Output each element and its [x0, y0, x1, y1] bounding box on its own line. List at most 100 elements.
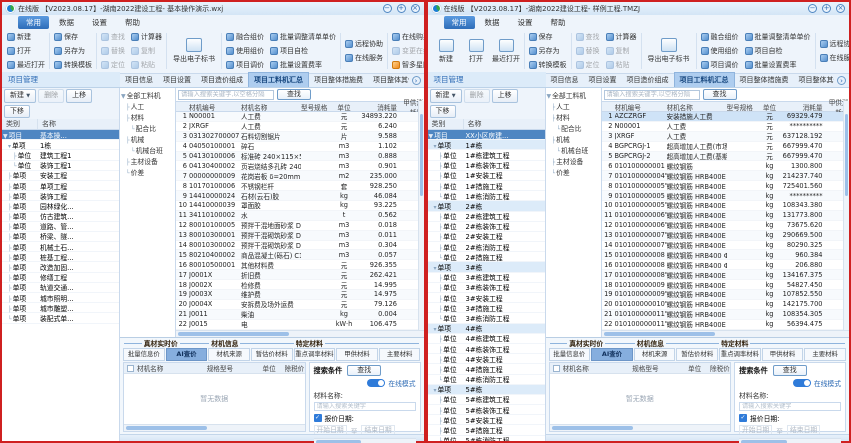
category-tree-item[interactable]: └配合比	[546, 122, 601, 133]
project-tree-row[interactable]: ├单位 5#栋建筑工程	[428, 395, 545, 405]
toolbar-button[interactable]: 复制	[606, 45, 637, 58]
toolbar-button[interactable]: 打开	[7, 45, 45, 58]
project-manage-pane-tab[interactable]: 项目管理	[428, 72, 546, 87]
toolbar-button[interactable]: 使用组价	[701, 45, 739, 58]
menu-item[interactable]: 常用	[444, 16, 475, 29]
project-tree-row[interactable]: ├单位 3#措施工程	[428, 303, 545, 313]
category-tree-item[interactable]: └机械台班	[120, 144, 175, 155]
project-tree-row[interactable]: └单位 3#栋消防工程	[428, 313, 545, 323]
project-tree-row[interactable]: ▾单项 2#栋	[428, 201, 545, 211]
project-tree-row[interactable]: ├单项 仿古建筑...	[2, 212, 119, 222]
toolbar-button[interactable]: 复制	[131, 45, 162, 58]
project-tree-row[interactable]: └单位 5#栋消防工程	[428, 436, 545, 441]
project-tree-row[interactable]: ├单位 1#栋建筑工程	[428, 150, 545, 160]
menu-item[interactable]: 数据	[477, 16, 508, 29]
project-tree-row[interactable]: ├单项 修缮工程	[2, 273, 119, 283]
project-tree-row[interactable]: ├单项 道路、管...	[2, 222, 119, 232]
find-button[interactable]: 查找	[277, 89, 311, 100]
select-all-checkbox[interactable]	[127, 365, 134, 372]
online-mode-toggle[interactable]	[367, 379, 385, 387]
toolbar-button[interactable]: 定位	[576, 59, 600, 72]
project-tree-row[interactable]: ├单位 3#栋建筑工程	[428, 273, 545, 283]
bottom-tab[interactable]: 重点调率材料	[719, 348, 761, 361]
category-tree-item[interactable]: └配合比	[120, 122, 175, 133]
project-tree-row[interactable]: ├单位 2#栋消防工程	[428, 242, 545, 252]
toolbar-button[interactable]: 打开	[463, 39, 490, 64]
toolbar-button[interactable]: 在线服务	[820, 52, 850, 65]
toolbar-button[interactable]: 远程协助	[345, 38, 383, 51]
menu-item[interactable]: 帮助	[543, 16, 574, 29]
main-tab[interactable]: 项目工料机汇总	[248, 72, 309, 87]
category-tree-item[interactable]: ├人工	[120, 100, 175, 111]
tree-new-button[interactable]: 新建 ▼	[4, 89, 36, 103]
toolbar-button[interactable]: 最近打开	[493, 39, 520, 64]
toolbar-button[interactable]: 融合组价	[226, 31, 264, 44]
toolbar-button[interactable]: 批量设置费率	[270, 59, 336, 72]
toolbar-button[interactable]: 项目调价	[701, 59, 739, 72]
bottom-find-button[interactable]: 查找	[347, 365, 381, 376]
tab-overflow-icon[interactable]: ›	[837, 76, 846, 85]
toolbar-button[interactable]: 计算器	[131, 31, 162, 44]
maximize-icon[interactable]: +	[822, 4, 831, 13]
project-tree-row[interactable]: ├单位 5#栋装饰工程	[428, 405, 545, 415]
project-tree-row[interactable]: ├单位 5#措施工程	[428, 425, 545, 435]
project-tree-row[interactable]: ├单位 3#安装工程	[428, 293, 545, 303]
menu-item[interactable]: 设置	[510, 16, 541, 29]
search-input[interactable]	[604, 90, 700, 100]
project-tree-row[interactable]: ├单位 2#安装工程	[428, 232, 545, 242]
category-tree-item[interactable]: ▼全部工料机	[546, 89, 601, 100]
toolbar-button[interactable]: 粘贴	[131, 59, 162, 72]
toolbar-button[interactable]: 批量设置费率	[745, 59, 811, 72]
main-tab[interactable]: 项目设置	[584, 73, 622, 87]
bottom-tab[interactable]: AI查价	[166, 348, 208, 361]
bottom-find-button[interactable]: 查找	[773, 365, 807, 376]
toolbar-button[interactable]: 变更在线版	[392, 45, 424, 58]
project-tree-row[interactable]: ├单项 桩基工程...	[2, 252, 119, 262]
bottom-tab[interactable]: 主要材料	[804, 348, 846, 361]
bottom-tab[interactable]: AI查价	[591, 348, 633, 361]
project-tree-row[interactable]: └单项 装配式单...	[2, 313, 119, 323]
horizontal-scrollbar[interactable]	[602, 330, 850, 337]
tree-delete-button[interactable]: 删除	[38, 89, 64, 103]
category-tree-item[interactable]: └价差	[120, 166, 175, 177]
bottom-tab[interactable]: 批量信息价	[123, 348, 165, 361]
menu-item[interactable]: 数据	[51, 16, 82, 29]
main-tab[interactable]: 项目整体措施费	[309, 73, 368, 87]
category-tree-item[interactable]: └价差	[546, 166, 601, 177]
project-tree-row[interactable]: ├单位 5#安装工程	[428, 415, 545, 425]
toolbar-button[interactable]: 计算器	[606, 31, 637, 44]
project-tree-row[interactable]: ├单项 单项工程	[2, 181, 119, 191]
find-button[interactable]: 查找	[703, 89, 737, 100]
toolbar-button[interactable]: 查找	[101, 31, 125, 44]
project-tree-row[interactable]: └单位 1#栋消防工程	[428, 191, 545, 201]
toolbar-button[interactable]: 另存为	[54, 45, 92, 58]
close-icon[interactable]: ×	[411, 4, 420, 13]
project-tree-row[interactable]: ├单位 4#措施工程	[428, 364, 545, 374]
toolbar-button[interactable]: 转换模板	[54, 59, 92, 72]
project-tree-row[interactable]: ├单位 4#安装工程	[428, 354, 545, 364]
tree-delete-button[interactable]: 删除	[464, 89, 490, 103]
bottom-tab[interactable]: 材机来源	[634, 348, 676, 361]
main-tab[interactable]: 项目整体措施费	[735, 73, 794, 87]
project-tree-row[interactable]: ├单项 城市照明...	[2, 293, 119, 303]
online-mode-toggle[interactable]	[793, 379, 811, 387]
project-tree-row[interactable]: ├单项 改造加固...	[2, 262, 119, 272]
toolbar-button[interactable]: 智多星网站	[392, 59, 424, 72]
toolbar-button[interactable]: 批量调整清单单价	[745, 31, 811, 44]
material-name-input[interactable]	[314, 402, 416, 411]
project-tree-row[interactable]: ├单位 1#栋装饰工程	[428, 161, 545, 171]
maximize-icon[interactable]: +	[397, 4, 406, 13]
bottom-tab[interactable]: 暂估价材料	[676, 348, 718, 361]
tree-move-down-button[interactable]: 下移	[430, 105, 456, 118]
project-tree-row[interactable]: ▼项目 基本操...	[2, 130, 119, 140]
project-tree-row[interactable]: ├单位 建筑工程1	[2, 150, 119, 160]
bottom-tab[interactable]: 重点调率材料	[294, 348, 336, 361]
close-icon[interactable]: ×	[836, 4, 845, 13]
bottom-list-scrollbar[interactable]	[124, 424, 305, 431]
toolbar-button[interactable]: 最近打开	[7, 59, 45, 72]
toolbar-button[interactable]: 新建	[7, 31, 45, 44]
tree-move-up-button[interactable]: 上移	[492, 89, 518, 103]
tree-move-up-button[interactable]: 上移	[66, 89, 92, 103]
project-tree-row[interactable]: ├单项 城市雕塑...	[2, 303, 119, 313]
category-tree-item[interactable]: ├主材设备	[120, 155, 175, 166]
